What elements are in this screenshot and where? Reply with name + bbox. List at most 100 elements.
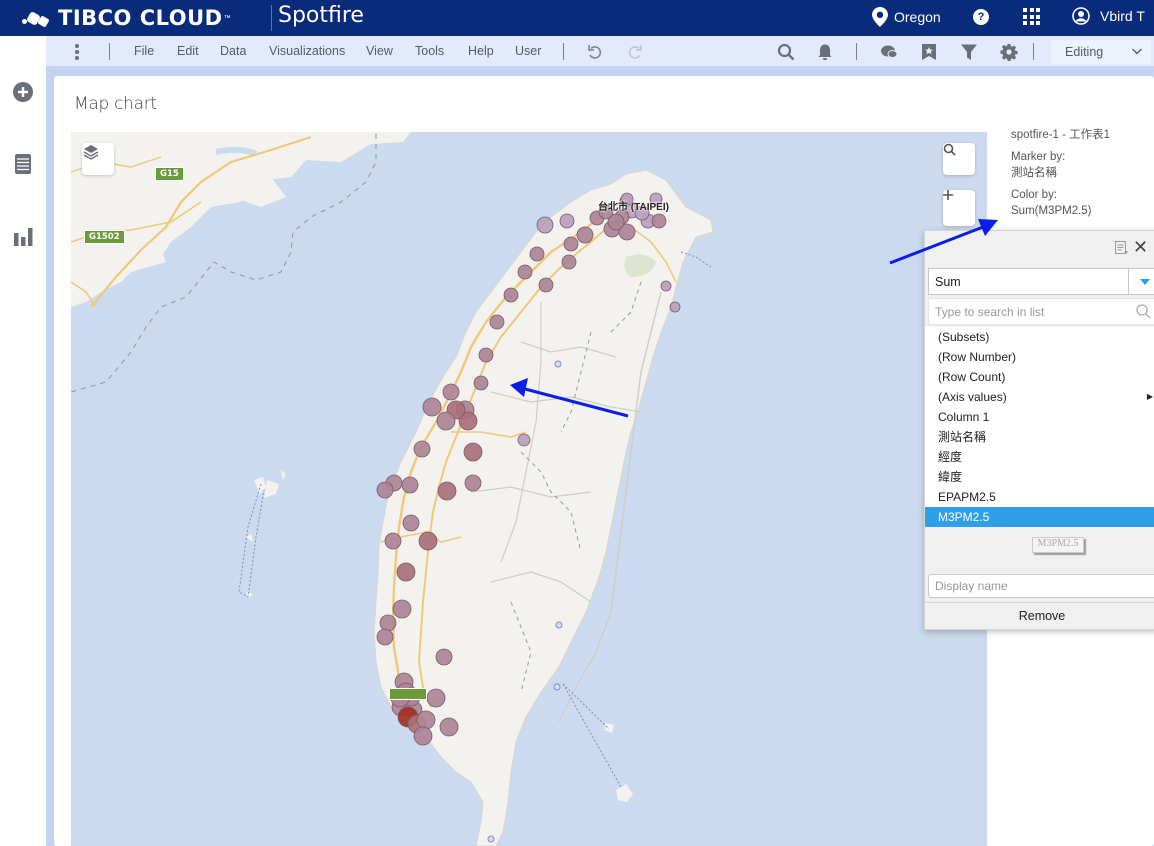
display-name-input[interactable]: Display name <box>928 574 1154 598</box>
column-list-item[interactable]: (Row Count) <box>925 367 1154 387</box>
station-marker[interactable] <box>426 688 446 708</box>
column-list-item[interactable]: 經度 <box>925 447 1154 467</box>
station-marker[interactable] <box>413 440 431 458</box>
divider <box>1033 43 1034 60</box>
column-list-item[interactable]: (Subsets) <box>925 327 1154 347</box>
apps-grid-icon[interactable] <box>1023 8 1040 25</box>
station-marker[interactable] <box>376 628 394 646</box>
filter-icon[interactable] <box>960 43 978 61</box>
station-marker[interactable] <box>538 277 554 293</box>
document-list-icon[interactable] <box>1115 241 1128 255</box>
station-marker[interactable] <box>563 236 579 252</box>
menu-help[interactable]: Help <box>468 44 494 58</box>
map-zoom-in-button[interactable] <box>943 190 975 226</box>
station-marker[interactable] <box>517 264 533 280</box>
station-marker[interactable] <box>489 314 505 330</box>
aggregation-dropdown[interactable]: Sum <box>928 268 1154 295</box>
column-list-item[interactable]: M3PM2.5 <box>925 507 1154 527</box>
station-marker[interactable] <box>478 347 494 363</box>
station-marker[interactable] <box>576 226 594 244</box>
column-list-item[interactable]: EPAPM2.5 <box>925 487 1154 507</box>
add-button[interactable] <box>12 81 34 103</box>
station-marker[interactable] <box>435 648 453 666</box>
divider <box>563 43 564 60</box>
station-marker[interactable] <box>536 216 554 234</box>
station-marker[interactable] <box>413 726 433 746</box>
remove-button[interactable]: Remove <box>925 605 1154 627</box>
region-label: Oregon <box>894 9 941 25</box>
station-marker[interactable] <box>529 246 545 262</box>
column-list-item[interactable]: (Row Number) <box>925 347 1154 367</box>
map-chart[interactable]: G15 G1502 台北市 (TAIPEI) <box>71 132 987 846</box>
column-label: (Axis values) <box>938 390 1007 404</box>
undo-icon[interactable] <box>586 43 604 61</box>
station-marker[interactable] <box>464 474 482 492</box>
menu-edit[interactable]: Edit <box>177 44 199 58</box>
map-layers-button[interactable] <box>82 143 114 175</box>
station-marker[interactable] <box>503 287 519 303</box>
menu-file[interactable]: File <box>134 44 154 58</box>
map-search-button[interactable] <box>943 143 975 175</box>
search-icon <box>1136 304 1151 319</box>
station-marker[interactable] <box>442 383 460 401</box>
divider <box>925 602 1154 603</box>
help-icon[interactable]: ? <box>973 9 989 25</box>
menu-visualizations[interactable]: Visualizations <box>269 44 345 58</box>
menu-user[interactable]: User <box>515 44 541 58</box>
brand-divider <box>271 5 272 31</box>
add-icon <box>13 82 33 102</box>
more-options-icon[interactable] <box>75 44 79 60</box>
station-marker[interactable] <box>392 599 412 619</box>
close-icon[interactable]: ✕ <box>1133 238 1148 256</box>
station-marker[interactable] <box>416 710 436 730</box>
search-icon <box>943 143 956 156</box>
visualizations-button[interactable] <box>12 225 34 247</box>
comments-icon[interactable] <box>880 43 898 61</box>
map-legend: spotfire-1 - 工作表1 Marker by: 測站名稱 Color … <box>1011 128 1110 224</box>
legend-color-by-value[interactable]: Sum(M3PM2.5) <box>1011 204 1110 218</box>
station-marker[interactable] <box>396 562 416 582</box>
menu-view[interactable]: View <box>366 44 393 58</box>
station-marker[interactable] <box>401 476 419 494</box>
settings-gear-icon[interactable] <box>1000 43 1018 61</box>
station-marker[interactable] <box>561 254 577 270</box>
column-label: (Subsets) <box>938 330 990 344</box>
station-marker[interactable] <box>517 433 531 447</box>
bookmark-icon[interactable] <box>920 43 938 61</box>
column-list-item[interactable]: (Axis values) ▶ <box>925 387 1154 407</box>
user-menu[interactable]: Vbird T <box>1072 7 1145 25</box>
data-panel-button[interactable] <box>12 153 34 175</box>
station-marker[interactable] <box>384 532 402 550</box>
region-selector[interactable]: Oregon <box>872 7 941 27</box>
station-marker[interactable] <box>651 213 667 229</box>
station-marker[interactable] <box>436 411 456 431</box>
station-marker[interactable] <box>418 531 438 551</box>
town-dot <box>554 360 562 368</box>
menu-data[interactable]: Data <box>220 44 246 58</box>
station-marker[interactable] <box>473 375 489 391</box>
city-label-taipei: 台北市 (TAIPEI) <box>598 202 669 213</box>
station-marker[interactable] <box>379 614 397 632</box>
dropdown-arrow-icon[interactable] <box>1128 269 1154 294</box>
station-marker[interactable] <box>559 213 575 229</box>
column-list-item[interactable]: 測站名稱 <box>925 427 1154 447</box>
tibco-logo[interactable]: TIBCO CLOUD ™ <box>22 3 231 33</box>
station-marker[interactable] <box>437 481 457 501</box>
station-marker[interactable] <box>439 717 459 737</box>
legend-marker-by-value[interactable]: 測站名稱 <box>1011 166 1110 180</box>
mode-dropdown[interactable]: Editing <box>1051 40 1151 64</box>
station-marker[interactable] <box>422 397 442 417</box>
menu-tools[interactable]: Tools <box>415 44 444 58</box>
road-shield-g15: G15 <box>155 167 184 181</box>
station-marker[interactable] <box>402 514 420 532</box>
station-marker[interactable] <box>669 301 681 313</box>
redo-icon[interactable] <box>626 43 644 61</box>
notification-bell-icon[interactable] <box>816 43 834 61</box>
station-marker[interactable] <box>463 442 483 462</box>
station-marker[interactable] <box>660 280 672 292</box>
station-marker[interactable] <box>376 481 394 499</box>
column-list-item[interactable]: Column 1 <box>925 407 1154 427</box>
column-search-input[interactable]: Type to search in list <box>928 298 1154 325</box>
search-icon[interactable] <box>777 43 795 61</box>
column-list-item[interactable]: 緯度 <box>925 467 1154 487</box>
